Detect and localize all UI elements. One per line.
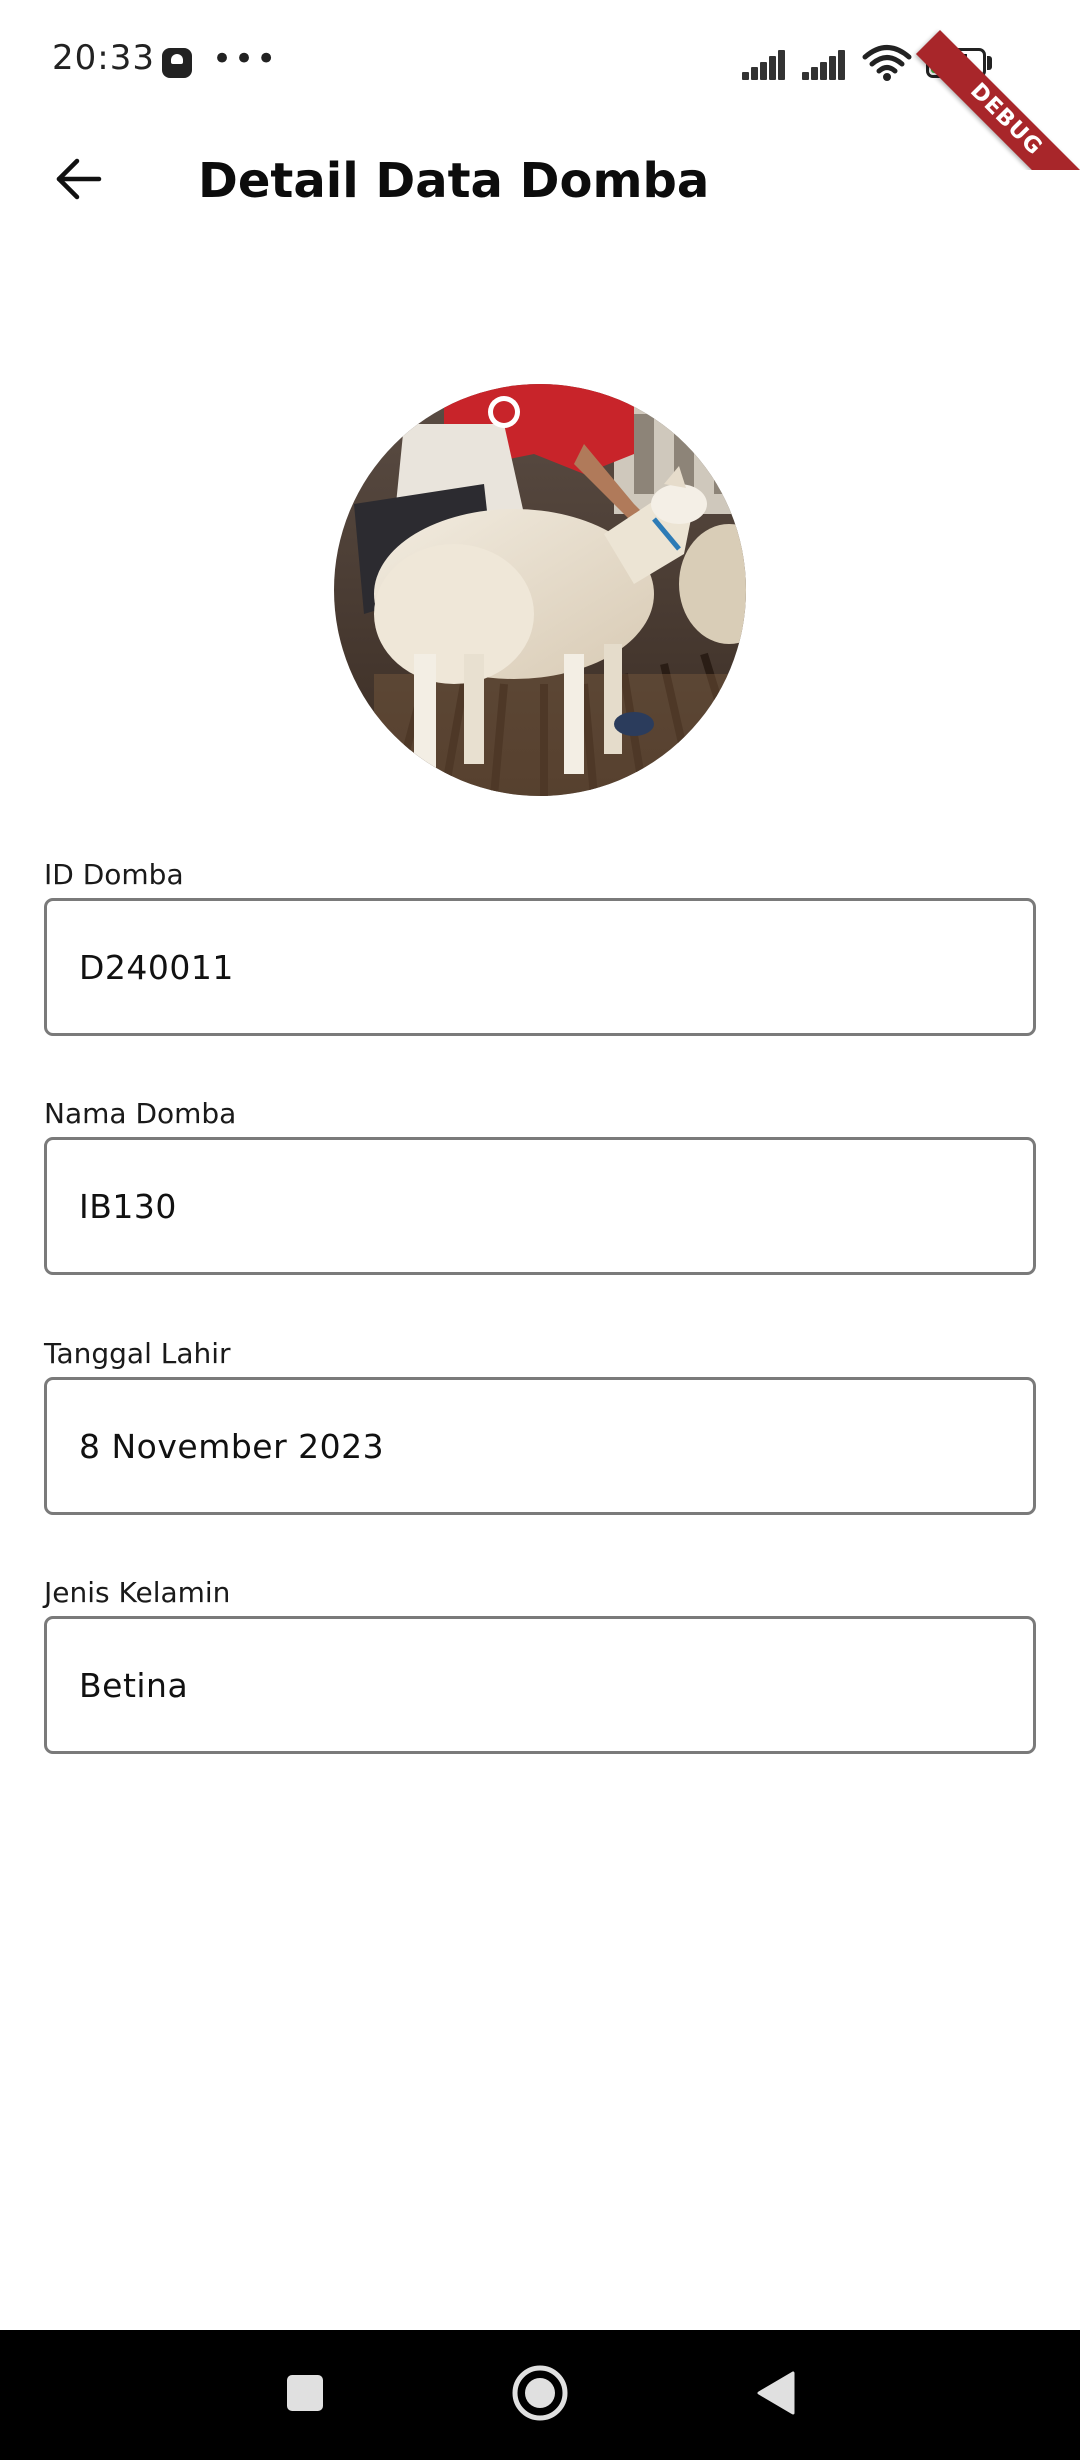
- field-tanggal-lahir: Tanggal Lahir 8 November 2023: [44, 1337, 1036, 1515]
- notification-app-icon: [162, 48, 192, 78]
- tanggal-lahir-field[interactable]: 8 November 2023: [44, 1377, 1036, 1515]
- screen: 20:33 ••• 54 DEBUG Detail Data Domba ID …: [0, 0, 1080, 2460]
- page-title: Detail Data Domba: [198, 153, 710, 209]
- wifi-icon: [862, 44, 912, 82]
- cell-signal-icon-2: [802, 48, 852, 80]
- status-time: 20:33: [52, 38, 155, 78]
- app-bar: Detail Data Domba: [0, 125, 1080, 240]
- field-value: D240011: [79, 947, 234, 987]
- field-id-domba: ID Domba D240011: [44, 858, 1036, 1036]
- circle-home-icon: [510, 2363, 570, 2427]
- field-jenis-kelamin: Jenis Kelamin Betina: [44, 1576, 1036, 1754]
- field-value: Betina: [79, 1665, 189, 1705]
- sheep-photo: [334, 384, 746, 796]
- triangle-back-icon: [753, 2369, 797, 2421]
- field-label: Nama Domba: [44, 1097, 237, 1130]
- arrow-left-icon: [53, 154, 103, 208]
- cell-signal-icon: [742, 48, 792, 80]
- more-notifications-icon: •••: [212, 39, 279, 79]
- back-button[interactable]: [40, 143, 116, 219]
- battery-tip: [987, 56, 992, 70]
- field-label: ID Domba: [44, 858, 184, 891]
- field-nama-domba: Nama Domba IB130: [44, 1097, 1036, 1275]
- system-back-button[interactable]: [710, 2330, 840, 2460]
- jenis-kelamin-field[interactable]: Betina: [44, 1616, 1036, 1754]
- status-bar: 20:33 ••• 54: [0, 0, 1080, 125]
- recent-apps-button[interactable]: [240, 2330, 370, 2460]
- battery-icon: 54: [926, 48, 986, 78]
- home-button[interactable]: [475, 2330, 605, 2460]
- system-nav-bar: [0, 2330, 1080, 2460]
- field-label: Tanggal Lahir: [44, 1337, 231, 1370]
- nama-domba-field[interactable]: IB130: [44, 1137, 1036, 1275]
- battery-level-text: 54: [942, 50, 970, 74]
- field-label: Jenis Kelamin: [44, 1576, 231, 1609]
- square-icon: [283, 2371, 327, 2419]
- sheep-avatar: [334, 384, 746, 796]
- field-value: IB130: [79, 1186, 177, 1226]
- field-value: 8 November 2023: [79, 1426, 385, 1466]
- id-domba-field[interactable]: D240011: [44, 898, 1036, 1036]
